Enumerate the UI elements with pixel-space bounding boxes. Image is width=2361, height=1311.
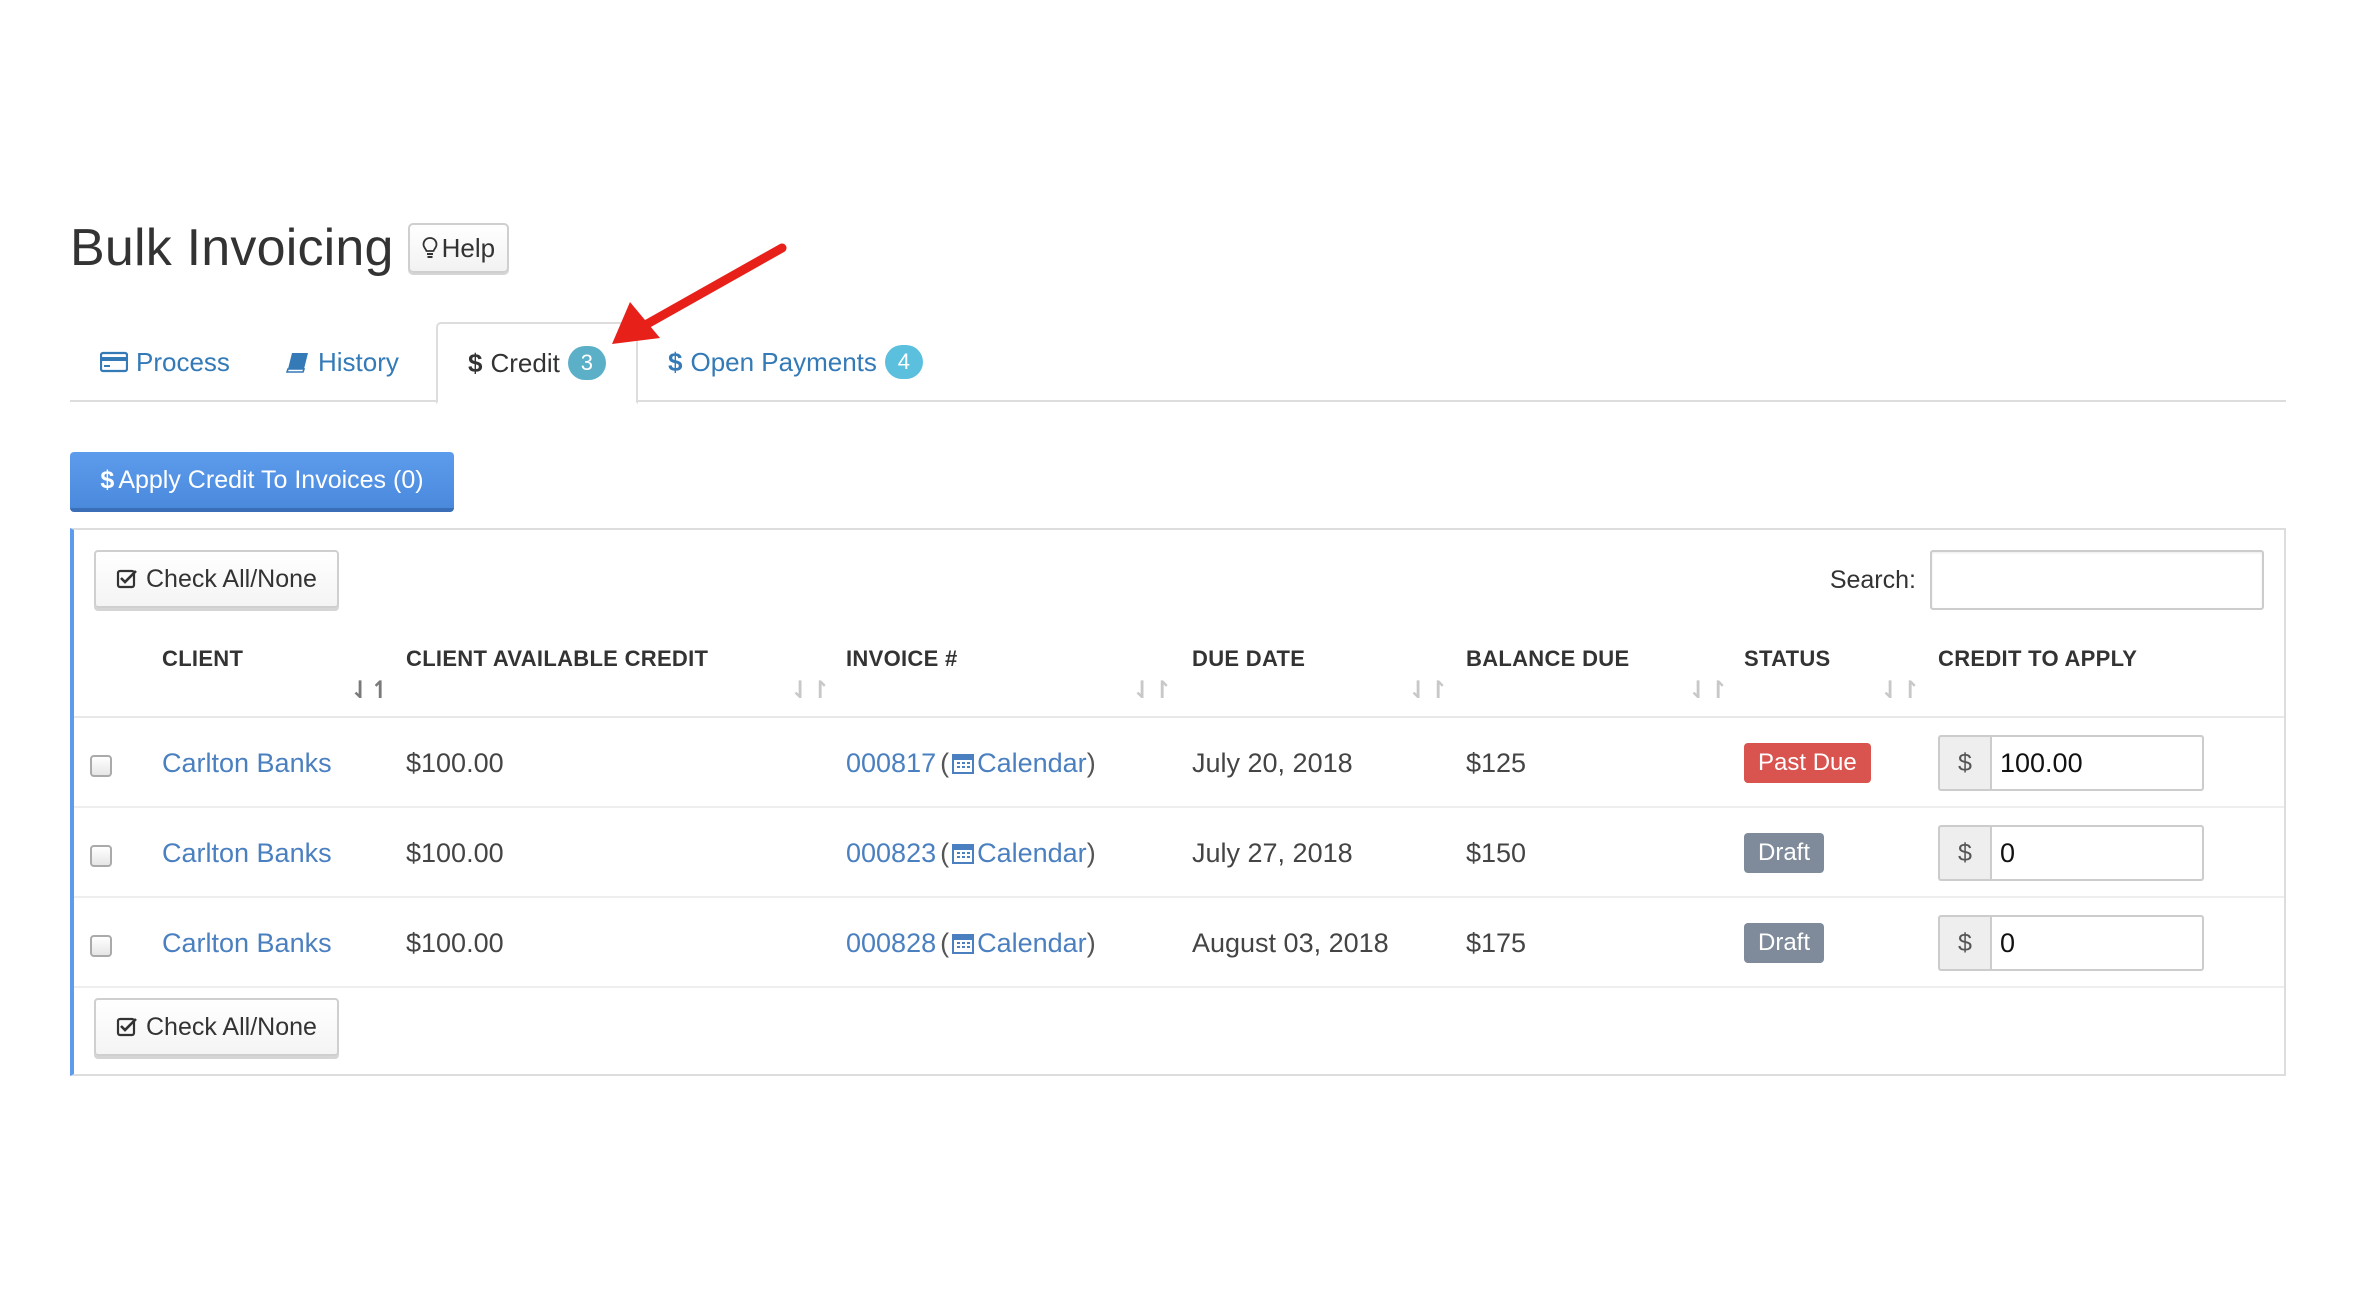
calendar-link[interactable]: Calendar (977, 748, 1087, 779)
dollar-icon: $ (468, 347, 483, 378)
due-date: July 27, 2018 (1192, 837, 1353, 868)
row-checkbox[interactable] (90, 935, 112, 957)
annotation-arrow-icon (612, 243, 787, 344)
paren-open: ( (940, 927, 950, 958)
check-all-label: Check All/None (146, 564, 317, 593)
column-header-due-date[interactable]: DUE DATE (1192, 646, 1305, 672)
apply-credit-label: Apply Credit To Invoices (0) (118, 465, 424, 494)
currency-addon: $ (1938, 735, 1990, 791)
client-link[interactable]: Carlton Banks (162, 838, 332, 869)
calendar-link[interactable]: Calendar (977, 838, 1087, 869)
check-all-button[interactable]: Check All/None (94, 550, 339, 608)
table-row: Carlton Banks $100.00 000828 ( Calendar … (74, 898, 2284, 988)
invoice-link[interactable]: 000823 (846, 838, 936, 869)
column-header-balance-due[interactable]: BALANCE DUE (1466, 646, 1629, 672)
sort-icon[interactable]: ⇃↾ (1688, 676, 1728, 705)
calendar-icon (952, 934, 975, 954)
tab-badge: 4 (884, 345, 923, 379)
invoice-link[interactable]: 000817 (846, 748, 936, 779)
tab-history[interactable]: History (256, 322, 429, 402)
table-row: Carlton Banks $100.00 000817 ( Calendar … (74, 718, 2284, 808)
credit-card-icon (100, 351, 128, 373)
tab-label: History (318, 346, 399, 377)
credit-table-panel: Check All/None Search: CLIENT ⇃↿ CLIENT … (70, 528, 2286, 1076)
credit-to-apply-input[interactable]: 100.00 (1990, 735, 2204, 791)
check-square-icon (116, 1017, 137, 1037)
row-checkbox[interactable] (90, 755, 112, 777)
sort-icon[interactable]: ⇃↾ (790, 676, 830, 705)
paren-close: ) (1086, 747, 1096, 778)
available-credit: $100.00 (406, 927, 504, 958)
tab-label: Credit (490, 347, 560, 378)
credit-input-group: $ 100.00 (1938, 735, 2204, 791)
page-header: Bulk Invoicing Help (70, 218, 510, 278)
table-row: Carlton Banks $100.00 000823 ( Calendar … (74, 808, 2284, 898)
currency-addon: $ (1938, 825, 1990, 881)
calendar-icon (952, 754, 975, 774)
credit-input-group: $ 0 (1938, 825, 2204, 881)
invoice-link[interactable]: 000828 (846, 928, 936, 959)
calendar-icon (952, 844, 975, 864)
row-checkbox[interactable] (90, 845, 112, 867)
paren-open: ( (940, 747, 950, 778)
search-label: Search: (1829, 566, 1916, 594)
column-header-invoice[interactable]: INVOICE # (846, 646, 958, 672)
balance-due: $125 (1466, 747, 1527, 778)
available-credit: $100.00 (406, 837, 504, 868)
paren-close: ) (1086, 837, 1096, 868)
balance-due: $175 (1466, 927, 1527, 958)
tab-process[interactable]: Process (70, 322, 260, 402)
sort-icon[interactable]: ⇃↾ (1408, 676, 1448, 705)
due-date: August 03, 2018 (1192, 927, 1389, 958)
column-header-available-credit[interactable]: CLIENT AVAILABLE CREDIT (406, 646, 708, 672)
tab-label: Process (136, 346, 230, 377)
status-badge: Past Due (1744, 743, 1871, 783)
check-all-label: Check All/None (146, 1012, 317, 1041)
paren-close: ) (1086, 927, 1096, 958)
calendar-link[interactable]: Calendar (977, 928, 1087, 959)
due-date: July 20, 2018 (1192, 747, 1353, 778)
credit-to-apply-input[interactable]: 0 (1990, 825, 2204, 881)
dollar-icon: $ (668, 346, 683, 377)
client-link[interactable]: Carlton Banks (162, 748, 332, 779)
search-input[interactable] (1930, 550, 2264, 610)
tab-badge: 3 (567, 346, 606, 380)
tab-bar: Process History $ Credit 3 $ Open Paymen… (70, 322, 2286, 404)
check-all-button-bottom[interactable]: Check All/None (94, 998, 339, 1056)
lightbulb-icon (422, 237, 438, 258)
paren-open: ( (940, 837, 950, 868)
column-header-status[interactable]: STATUS (1744, 646, 1831, 672)
apply-credit-button[interactable]: $ Apply Credit To Invoices (0) (70, 452, 454, 512)
available-credit: $100.00 (406, 747, 504, 778)
balance-due: $150 (1466, 837, 1527, 868)
sort-icon[interactable]: ⇃↾ (1132, 676, 1172, 705)
tab-label: Open Payments (690, 346, 877, 377)
credit-input-group: $ 0 (1938, 915, 2204, 971)
table-header: CLIENT ⇃↿ CLIENT AVAILABLE CREDIT ⇃↾ INV… (74, 626, 2284, 718)
sort-asc-icon[interactable]: ⇃↿ (350, 676, 390, 705)
column-header-credit-to-apply: CREDIT TO APPLY (1938, 646, 2138, 671)
book-icon (286, 353, 308, 373)
client-link[interactable]: Carlton Banks (162, 928, 332, 959)
help-button[interactable]: Help (407, 223, 510, 273)
status-badge: Draft (1744, 833, 1825, 873)
check-square-icon (116, 569, 137, 589)
help-label: Help (441, 232, 496, 263)
page-title: Bulk Invoicing (70, 219, 394, 277)
status-badge: Draft (1744, 923, 1825, 963)
column-header-client[interactable]: CLIENT (162, 646, 243, 672)
currency-addon: $ (1938, 915, 1990, 971)
sort-icon[interactable]: ⇃↾ (1880, 676, 1920, 705)
credit-to-apply-input[interactable]: 0 (1990, 915, 2204, 971)
dollar-icon: $ (100, 465, 115, 494)
